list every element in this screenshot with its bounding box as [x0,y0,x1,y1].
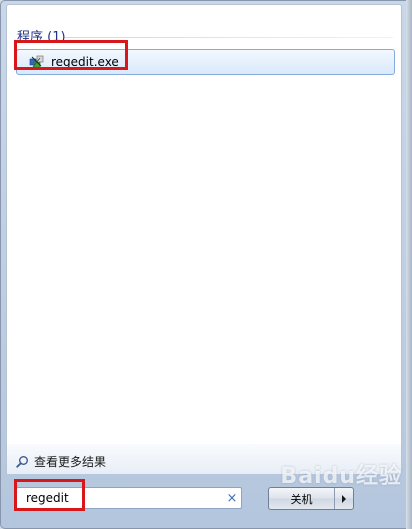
regedit-icon [29,54,45,70]
see-more-results-link[interactable]: 查看更多结果 [16,453,106,470]
shutdown-options-arrow-icon[interactable] [334,488,353,509]
section-title-programs: 程序 (1) [17,30,66,45]
search-input-value: regedit [26,491,69,505]
search-results-panel: 程序 (1) regedit.exe [6,4,402,445]
see-more-results-label: 查看更多结果 [34,455,107,469]
result-item-label: regedit.exe [51,55,119,69]
shutdown-control: 关机 [268,487,354,510]
section-divider [65,37,393,38]
window-edge [406,0,412,529]
search-input[interactable]: regedit × [16,487,242,509]
result-item-regedit[interactable]: regedit.exe [16,49,395,75]
shutdown-button[interactable]: 关机 [269,488,334,509]
search-icon [16,456,28,468]
clear-search-icon[interactable]: × [223,491,241,506]
